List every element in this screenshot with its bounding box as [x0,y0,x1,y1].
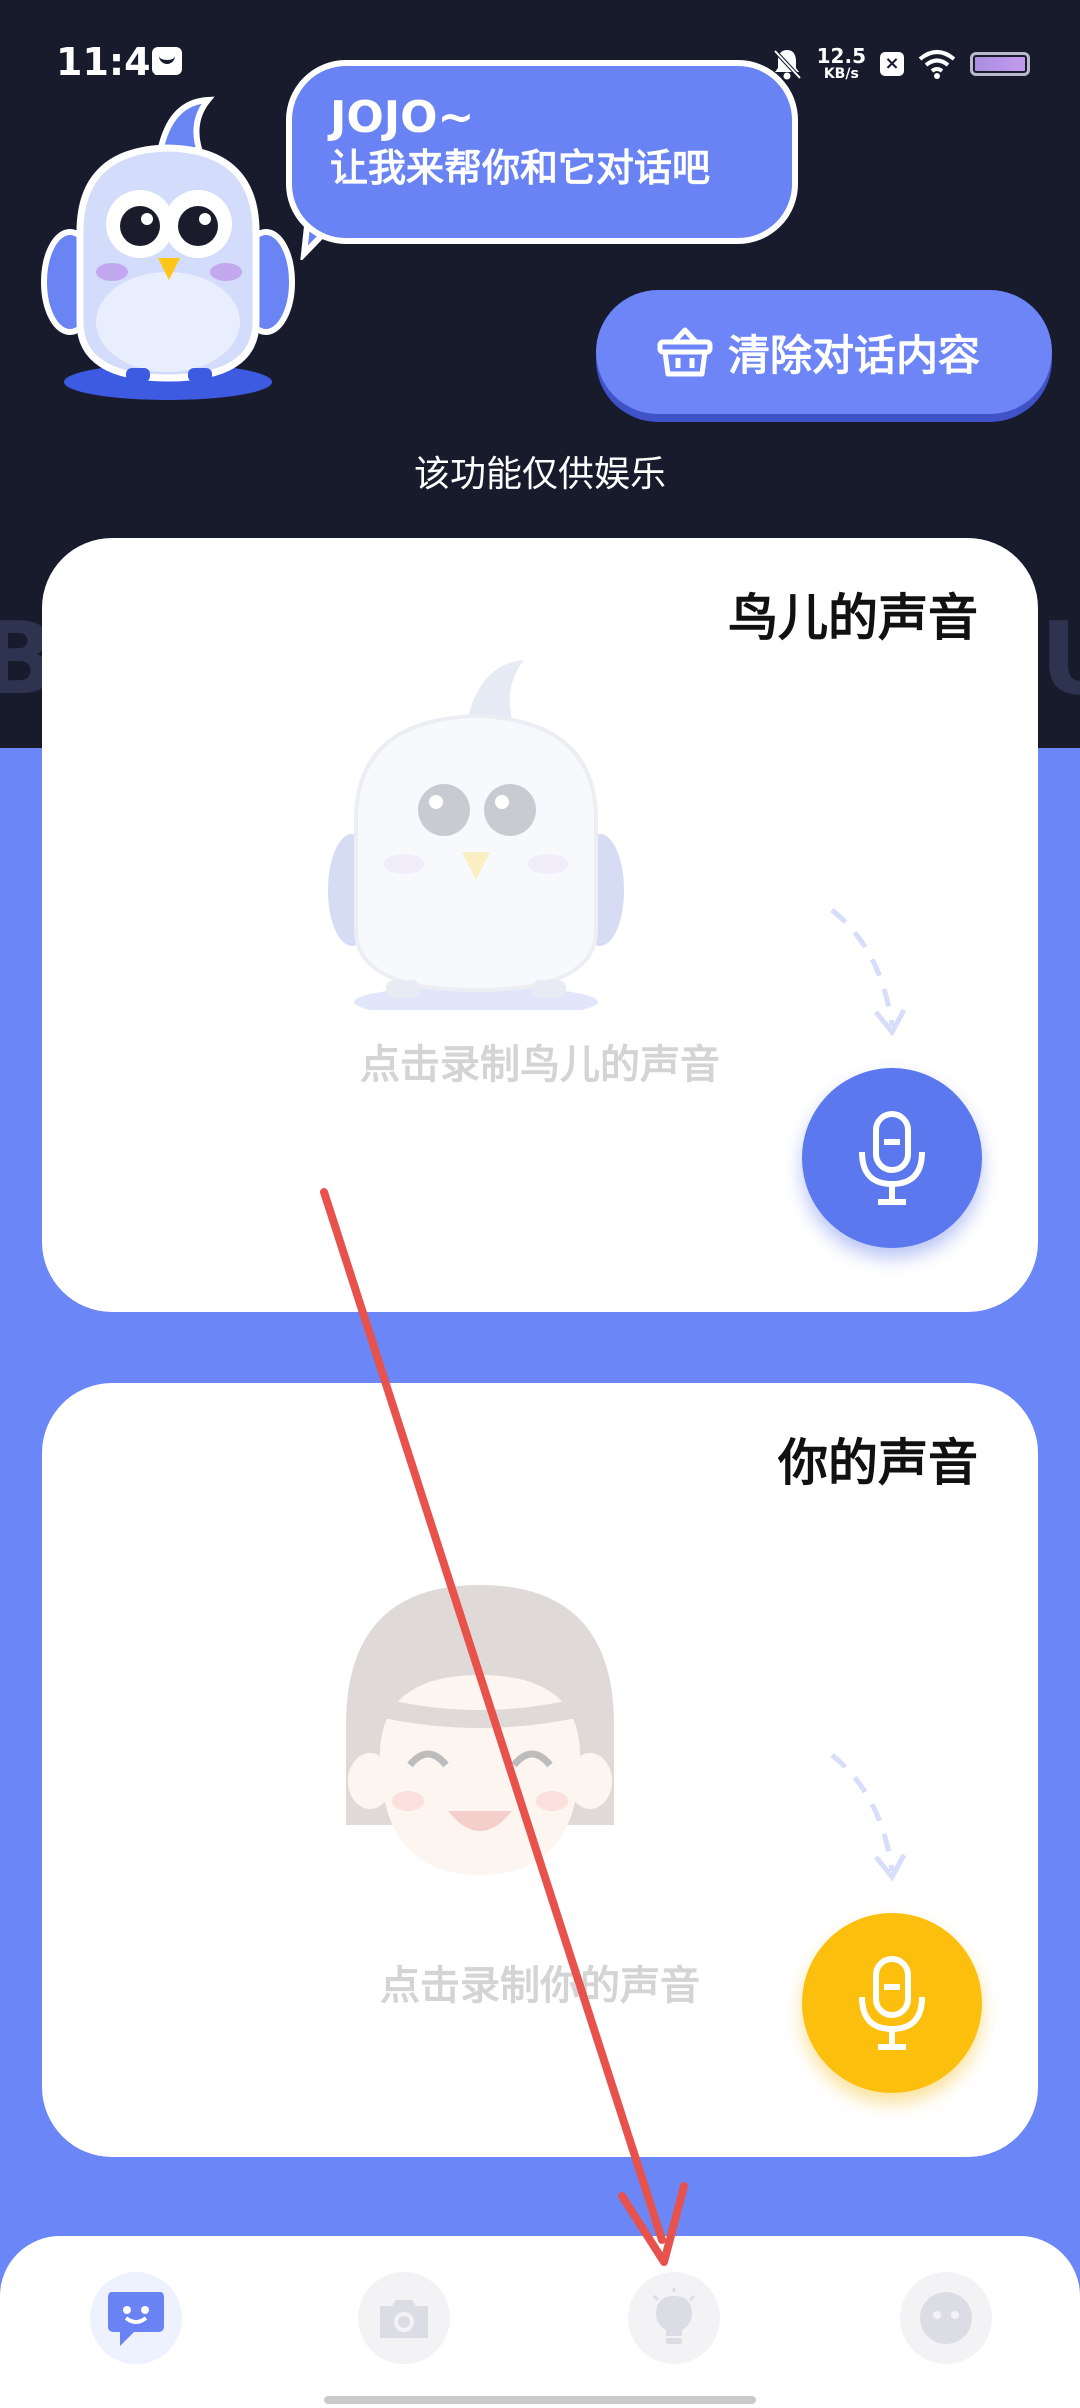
nav-camera[interactable] [358,2272,450,2364]
microphone-icon [859,1111,925,1205]
bubble-text: 让我来帮你和它对话吧 [330,146,711,190]
your-record-button[interactable] [802,1913,982,2093]
battery-icon [970,52,1030,76]
home-indicator[interactable] [324,2396,756,2404]
bird-card-title: 鸟儿的声音 [728,589,978,647]
chat-icon [108,2292,164,2346]
bottom-navigation [0,2236,1080,2408]
speech-bubble: JOJO~ 让我来帮你和它对话吧 [286,60,798,244]
bulb-icon [652,2288,696,2344]
nav-chat[interactable] [90,2272,182,2364]
dashed-arrow [830,908,907,1037]
person-placeholder-illustration [346,1585,614,1875]
face-icon [920,2292,972,2344]
bird-voice-card: 鸟儿的声音 点击录制鸟儿的声音 [42,538,1038,1312]
microphone-icon [859,1956,925,2050]
network-speed-value: 12.5 [816,44,866,68]
camera-icon [380,2300,428,2338]
bird-placeholder-illustration [328,660,624,1010]
disclaimer-text: 该功能仅供娱乐 [413,454,666,495]
your-voice-card: 你的声音 点击录制你的声音 [42,1383,1038,2157]
you-card-title: 你的声音 [778,1434,978,1492]
message-icon [152,47,182,75]
mascot-bird [41,96,295,400]
clear-conversation-button[interactable]: 清除对话内容 [596,290,1052,414]
x-icon: × [880,52,904,76]
dashed-arrow [830,1753,907,1882]
network-speed: 12.5 KB/s [817,46,866,82]
background-letter: U [1040,600,1080,717]
nav-profile[interactable] [900,2272,992,2364]
wifi-icon [918,50,956,79]
clear-button-label: 清除对话内容 [728,330,981,380]
basket-icon [657,327,713,377]
network-speed-unit: KB/s [823,66,859,82]
status-icons: 12.5 KB/s × [771,42,1030,86]
nav-bulb[interactable] [628,2272,720,2364]
bird-record-button[interactable] [802,1068,982,1248]
bubble-name: JOJO~ [330,92,475,143]
